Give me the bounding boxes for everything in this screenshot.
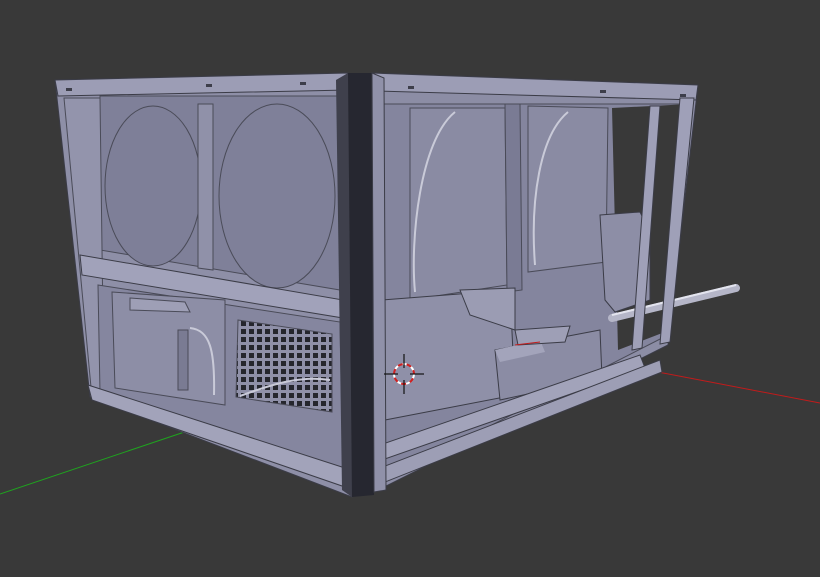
3d-viewport[interactable]: [0, 0, 820, 577]
viewport-canvas[interactable]: [0, 0, 820, 577]
mesh-grille: [235, 319, 333, 413]
fan-right: [218, 103, 336, 289]
fan-left: [104, 105, 202, 267]
